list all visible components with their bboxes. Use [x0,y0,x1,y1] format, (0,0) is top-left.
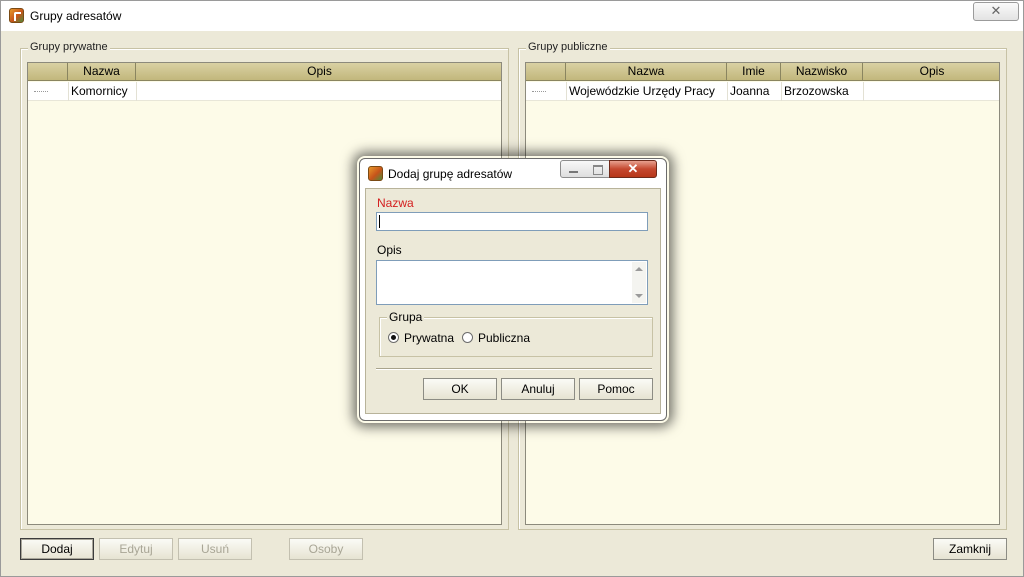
delete-button[interactable]: Usuń [178,538,252,560]
cancel-button[interactable]: Anuluj [501,378,575,400]
public-col-indicator [526,63,566,81]
desc-scrollbar[interactable] [632,262,646,303]
dialog-separator [376,368,652,370]
persons-button[interactable]: Osoby [289,538,363,560]
private-grid-header: Nazwa Opis [28,63,501,81]
dialog-app-icon [368,166,383,181]
text-caret [379,215,380,228]
scroll-up-icon[interactable] [635,267,643,271]
dialog-maximize-button[interactable] [585,160,610,178]
radio-public-label[interactable]: Publiczna [478,331,530,345]
desc-label: Opis [377,243,402,257]
public-col-imie[interactable]: Imie [727,63,781,81]
public-row-nazwisko: Brzozowska [784,84,849,98]
public-row-imie: Joanna [730,84,770,98]
desc-field[interactable] [376,260,648,305]
name-field[interactable] [376,212,648,231]
radio-private-label[interactable]: Prywatna [404,331,454,345]
ok-button[interactable]: OK [423,378,497,400]
dialog-close-button[interactable]: ✕ [609,160,657,178]
private-col-nazwa[interactable]: Nazwa [68,63,136,81]
public-col-nazwa[interactable]: Nazwa [566,63,727,81]
table-row[interactable]: Komornicy [28,82,501,101]
close-window-button[interactable]: Zamknij [933,538,1007,560]
title-bar[interactable]: Grupy adresatów ✕ [1,1,1023,31]
name-label: Nazwa [377,196,414,210]
private-groups-legend: Grupy prywatne [28,41,110,53]
table-row[interactable]: Wojewódzkie Urzędy Pracy Joanna Brzozows… [526,82,999,101]
private-row-nazwa: Komornicy [71,84,128,98]
public-col-nazwisko[interactable]: Nazwisko [781,63,863,81]
radio-private[interactable] [388,332,399,343]
help-button[interactable]: Pomoc [579,378,653,400]
window-close-button[interactable]: ✕ [973,2,1019,21]
edit-button[interactable]: Edytuj [99,538,173,560]
public-row-nazwa: Wojewódzkie Urzędy Pracy [569,84,715,98]
public-col-opis[interactable]: Opis [863,63,999,81]
dialog-minimize-button[interactable] [560,160,586,178]
scroll-down-icon[interactable] [635,294,643,298]
public-groups-legend: Grupy publiczne [526,41,610,53]
add-button[interactable]: Dodaj [20,538,94,560]
public-row-opis [863,82,999,101]
app-icon [9,8,24,23]
group-type-box: Grupa Prywatna Publiczna [379,310,653,357]
window-title: Grupy adresatów [30,9,122,23]
private-col-indicator [28,63,68,81]
private-row-opis [136,82,496,101]
private-col-opis[interactable]: Opis [136,63,501,81]
add-group-dialog: Dodaj grupę adresatów ✕ Nazwa Opis Grupa… [359,158,667,421]
group-type-legend: Grupa [387,310,425,324]
dialog-title: Dodaj grupę adresatów [388,167,513,181]
public-grid-header: Nazwa Imie Nazwisko Opis [526,63,999,81]
dialog-body: Nazwa Opis Grupa Prywatna Publiczna OK A… [365,188,661,414]
tree-line-icon [34,91,48,92]
radio-public[interactable] [462,332,473,343]
tree-line-icon [532,91,546,92]
